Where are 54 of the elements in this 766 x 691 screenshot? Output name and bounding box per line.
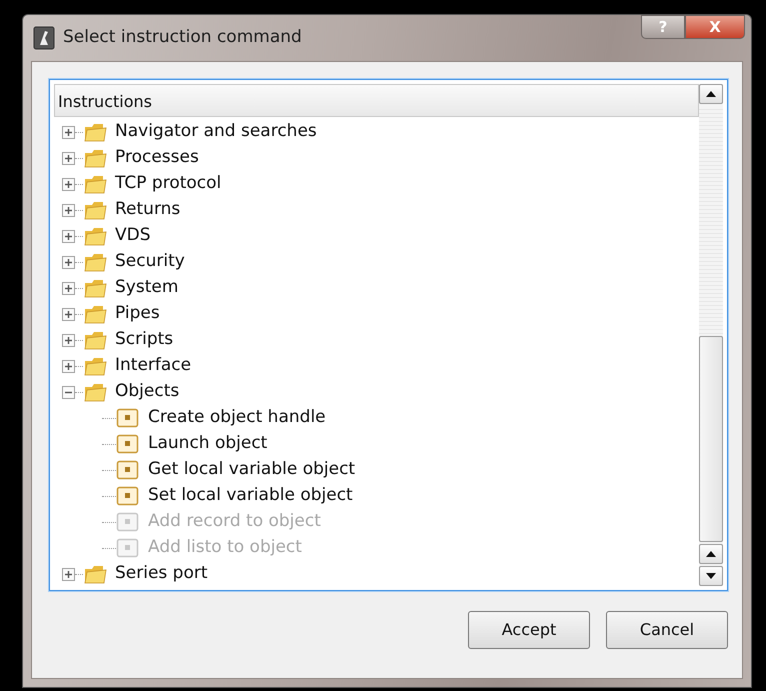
- app-icon: [33, 26, 55, 50]
- dialog-button[interactable]: Accept: [468, 611, 590, 649]
- tree-item[interactable]: Set local variable object: [148, 483, 353, 509]
- window-title: Select instruction command: [63, 26, 302, 50]
- expand-icon[interactable]: [62, 126, 75, 138]
- tree-item[interactable]: Objects: [115, 379, 180, 405]
- tree-item[interactable]: Create object handle: [148, 405, 326, 431]
- expand-icon[interactable]: [62, 334, 75, 346]
- up-arrow-icon: [706, 91, 716, 97]
- collapse-icon[interactable]: [62, 386, 75, 398]
- tree-item[interactable]: Series port: [115, 561, 208, 587]
- expand-icon[interactable]: [62, 568, 75, 580]
- expand-icon[interactable]: [62, 256, 75, 268]
- tree-item[interactable]: System: [115, 275, 178, 301]
- up-arrow-icon: [706, 551, 716, 557]
- folder-icon: [83, 355, 107, 377]
- folder-icon: [83, 277, 107, 299]
- scroll-up-button[interactable]: [699, 544, 723, 564]
- folder-icon: [83, 173, 107, 195]
- tree-item[interactable]: Scripts: [115, 327, 174, 353]
- expand-icon[interactable]: [62, 230, 75, 242]
- folder-icon: [83, 563, 107, 585]
- folder-icon: [83, 381, 107, 403]
- expand-icon[interactable]: [62, 152, 75, 164]
- tree-item[interactable]: Processes: [115, 145, 199, 171]
- tree-item[interactable]: Pipes: [115, 301, 160, 327]
- folder-icon: [83, 303, 107, 325]
- tree-item[interactable]: Security: [115, 249, 185, 275]
- tree-item: Add listo to object: [148, 536, 302, 560]
- folder-icon: [83, 329, 107, 351]
- expand-icon[interactable]: [62, 204, 75, 216]
- scroll-down-button[interactable]: [699, 566, 723, 586]
- tree-item[interactable]: Launch object: [148, 431, 268, 457]
- folder-icon: [83, 147, 107, 169]
- expand-icon[interactable]: [62, 360, 75, 372]
- expand-icon[interactable]: [62, 282, 75, 294]
- folder-icon: [83, 251, 107, 273]
- tree-item[interactable]: Get local variable object: [148, 457, 356, 483]
- scroll-thumb[interactable]: [699, 336, 723, 542]
- scroll-up-button[interactable]: [699, 84, 723, 104]
- dialog-button[interactable]: Cancel: [606, 611, 728, 649]
- tree-item: Add record to object: [148, 510, 321, 534]
- folder-icon: [83, 121, 107, 143]
- expand-icon[interactable]: [62, 178, 75, 190]
- expand-icon[interactable]: [62, 308, 75, 320]
- tree-item[interactable]: TCP protocol: [115, 171, 222, 197]
- down-arrow-icon: [706, 573, 716, 579]
- tree-item[interactable]: Returns: [115, 197, 180, 223]
- tree-item[interactable]: Interface: [115, 353, 192, 379]
- folder-icon: [83, 225, 107, 247]
- column-header[interactable]: Instructions: [54, 84, 699, 117]
- tree-item[interactable]: Navigator and searches: [115, 119, 317, 145]
- tree-item[interactable]: VDS: [115, 223, 151, 249]
- folder-icon: [83, 199, 107, 221]
